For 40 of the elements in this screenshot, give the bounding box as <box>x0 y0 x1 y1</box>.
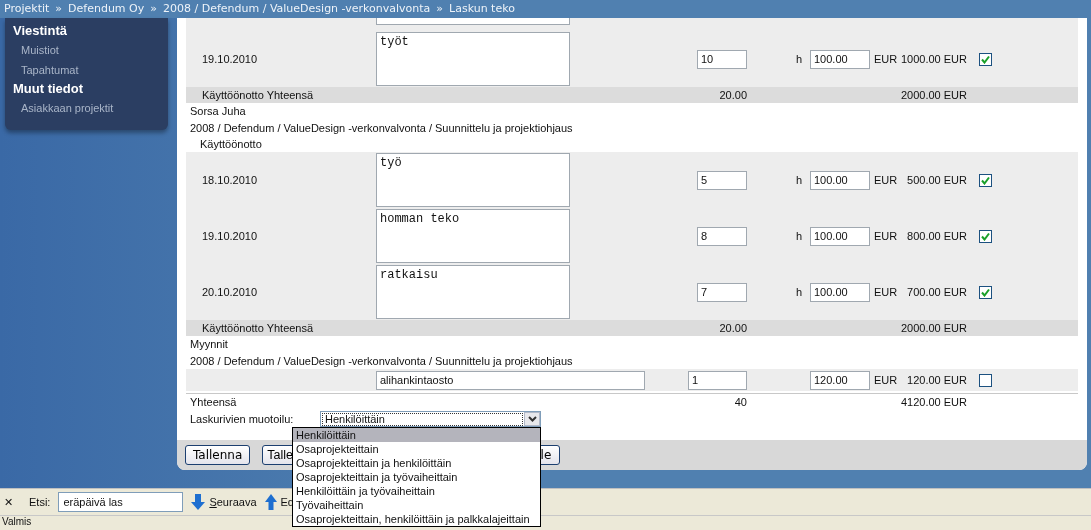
unit-label: h <box>795 52 802 65</box>
find-label: Etsi: <box>29 494 51 510</box>
project-path: 2008 / Defendum / ValueDesign -verkonvalvonta / Suunnittelu ja projektiohjaus <box>190 355 573 367</box>
total-text: 500.00 EUR <box>907 173 967 186</box>
total-sum: 2000.00 EUR <box>900 89 967 101</box>
currency-label: EUR <box>874 173 898 186</box>
total-text: 800.00 EUR <box>907 229 967 242</box>
separator-icon: » <box>55 2 63 15</box>
subtotal-label: Käyttöönotto Yhteensä <box>202 322 314 334</box>
sidebar-heading: Viestintä <box>13 22 67 40</box>
status-text: Valmis <box>2 516 32 527</box>
group-heading: Sorsa Juha <box>190 105 246 117</box>
sidebar-heading: Muut tiedot <box>13 80 84 98</box>
total-text: 700.00 EUR <box>907 285 967 298</box>
phase-heading: Käyttöönotto <box>200 138 262 150</box>
separator-icon: » <box>436 2 444 15</box>
unit-label: h <box>795 285 802 298</box>
quantity-sum: 20.00 <box>719 322 747 334</box>
currency-label: EUR <box>874 373 898 386</box>
total-label: Yhteensä <box>190 396 237 408</box>
total-text: 1000.00 EUR <box>900 52 967 65</box>
separator-icon: » <box>150 2 157 15</box>
unit-label: h <box>795 173 802 186</box>
currency-label: EUR <box>874 52 898 65</box>
quantity-sum: 40 <box>734 396 747 408</box>
currency-label: EUR <box>874 285 898 298</box>
unit-label: h <box>795 229 802 242</box>
date-text: 18.10.2010 <box>202 173 258 186</box>
quantity-sum: 20.00 <box>719 89 747 101</box>
total-text: 120.00 EUR <box>907 373 967 386</box>
group-heading: Myynnit <box>190 338 228 350</box>
subtotal-label: Käyttöönotto Yhteensä <box>202 89 314 101</box>
currency-label: EUR <box>874 229 898 242</box>
date-text: 19.10.2010 <box>202 229 258 242</box>
total-sum: 2000.00 EUR <box>900 322 967 334</box>
date-text: 19.10.2010 <box>202 52 258 65</box>
field-label: Laskurivien muotoilu: <box>190 411 295 427</box>
total-sum: 4120.00 EUR <box>900 396 967 408</box>
date-text: 20.10.2010 <box>202 285 258 298</box>
project-path: 2008 / Defendum / ValueDesign -verkonvalvonta / Suunnittelu ja projektiohjaus <box>190 122 573 134</box>
